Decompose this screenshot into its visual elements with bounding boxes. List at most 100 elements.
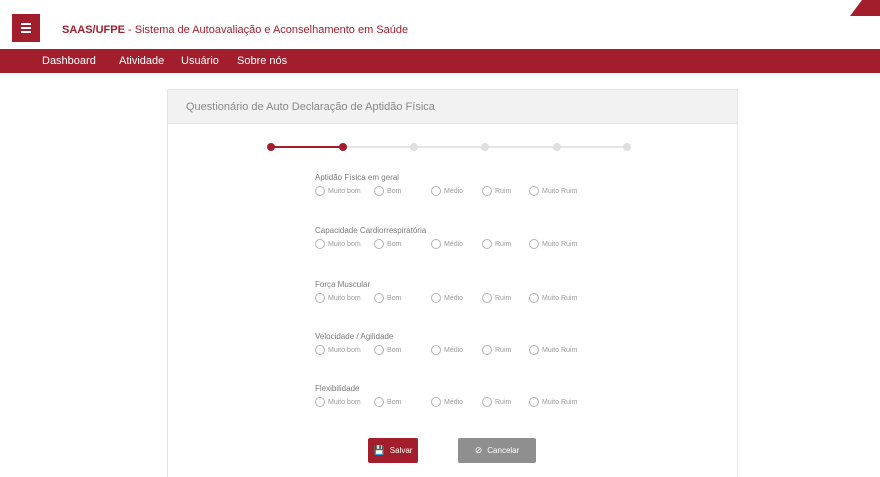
radio-button[interactable] <box>374 345 384 355</box>
radio-button[interactable] <box>431 293 441 303</box>
radio-button[interactable] <box>529 186 539 196</box>
option-muito-ruim[interactable]: Muito Ruim <box>529 293 577 303</box>
option-bom[interactable]: Bom <box>374 186 401 196</box>
menu-icon-line <box>21 27 31 29</box>
option-muito-bom[interactable]: Muito bom <box>315 345 361 355</box>
option-medio[interactable]: Médio <box>431 186 463 196</box>
option-label: Médio <box>444 346 464 354</box>
option-label: Ruim <box>495 346 512 354</box>
option-ruim[interactable]: Ruim <box>482 345 511 355</box>
option-medio[interactable]: Médio <box>431 239 463 249</box>
option-ruim[interactable]: Ruim <box>482 293 511 303</box>
option-medio[interactable]: Médio <box>431 345 463 355</box>
radio-button[interactable] <box>482 239 492 249</box>
step-5-dot[interactable] <box>553 143 561 151</box>
option-label: Bom <box>387 240 402 248</box>
nav-item-sobre-nos[interactable]: Sobre nós <box>237 55 287 67</box>
radio-button[interactable] <box>529 239 539 249</box>
option-label: Muito Ruim <box>542 346 578 354</box>
top-bar: SAAS/UFPE - Sistema de Autoavaliação e A… <box>0 0 880 46</box>
option-label: Médio <box>444 187 464 195</box>
questionnaire-card: Questionário de Auto Declaração de Aptid… <box>167 89 738 477</box>
option-muito-ruim[interactable]: Muito Ruim <box>529 186 577 196</box>
question-label: Força Muscular <box>315 280 371 289</box>
radio-group: Muito bom Bom Médio Ruim Muito Ruim <box>315 239 615 251</box>
step-4-dot[interactable] <box>481 143 489 151</box>
radio-button[interactable] <box>315 397 325 407</box>
option-bom[interactable]: Bom <box>374 293 401 303</box>
option-label: Ruim <box>495 240 512 248</box>
hamburger-menu-button[interactable] <box>12 14 40 42</box>
nav-item-atividade[interactable]: Atividade <box>119 55 164 67</box>
option-label: Muito bom <box>328 294 361 302</box>
option-medio[interactable]: Médio <box>431 397 463 407</box>
option-ruim[interactable]: Ruim <box>482 186 511 196</box>
question-label: Flexibilidade <box>315 384 360 393</box>
progress-stepper <box>267 142 631 152</box>
radio-button[interactable] <box>431 239 441 249</box>
question-aptidao-geral: Aptidão Física em geral Muito bom Bom Mé… <box>315 173 577 196</box>
option-ruim[interactable]: Ruim <box>482 239 511 249</box>
menu-icon-line <box>21 23 31 25</box>
radio-button[interactable] <box>482 293 492 303</box>
radio-button[interactable] <box>529 397 539 407</box>
question-capacidade-cardiorrespiratoria: Capacidade Cardiorrespiratória Muito bom… <box>315 226 577 249</box>
option-bom[interactable]: Bom <box>374 397 401 407</box>
radio-group: Muito bom Bom Médio Ruim Muito Ruim <box>315 293 615 305</box>
radio-button[interactable] <box>431 186 441 196</box>
radio-button[interactable] <box>374 397 384 407</box>
nav-item-dashboard[interactable]: Dashboard <box>42 55 96 67</box>
stepper-line-completed <box>271 146 343 148</box>
cancel-button-label: Cancelar <box>487 446 520 455</box>
option-label: Médio <box>444 398 464 406</box>
cancel-button[interactable]: ⊘ Cancelar <box>458 438 536 463</box>
app-short-name: SAAS/UFPE <box>62 24 125 36</box>
menu-icon-line <box>21 31 31 33</box>
option-medio[interactable]: Médio <box>431 293 463 303</box>
option-label: Muito bom <box>328 240 361 248</box>
question-label: Capacidade Cardiorrespiratória <box>315 226 427 235</box>
radio-button[interactable] <box>482 345 492 355</box>
save-button[interactable]: 💾 Salvar <box>368 438 418 463</box>
option-muito-bom[interactable]: Muito bom <box>315 293 361 303</box>
radio-button[interactable] <box>482 397 492 407</box>
radio-button[interactable] <box>315 186 325 196</box>
radio-button[interactable] <box>315 239 325 249</box>
step-1-dot[interactable] <box>267 143 275 151</box>
option-muito-bom[interactable]: Muito bom <box>315 186 361 196</box>
option-label: Bom <box>387 294 402 302</box>
step-2-dot[interactable] <box>339 143 347 151</box>
option-label: Muito Ruim <box>542 294 578 302</box>
nav-item-usuario[interactable]: Usuário <box>181 55 219 67</box>
option-muito-ruim[interactable]: Muito Ruim <box>529 397 577 407</box>
option-bom[interactable]: Bom <box>374 239 401 249</box>
option-muito-bom[interactable]: Muito bom <box>315 239 361 249</box>
radio-button[interactable] <box>374 293 384 303</box>
option-label: Muito Ruim <box>542 398 578 406</box>
question-flexibilidade: Flexibilidade Muito bom Bom Médio Ruim M… <box>315 384 577 407</box>
option-muito-ruim[interactable]: Muito Ruim <box>529 239 577 249</box>
radio-button[interactable] <box>482 186 492 196</box>
option-ruim[interactable]: Ruim <box>482 397 511 407</box>
step-3-dot[interactable] <box>410 143 418 151</box>
option-label: Ruim <box>495 398 512 406</box>
radio-button[interactable] <box>529 345 539 355</box>
step-6-dot[interactable] <box>623 143 631 151</box>
radio-button[interactable] <box>315 345 325 355</box>
option-label: Médio <box>444 294 464 302</box>
corner-decoration <box>850 0 880 16</box>
option-muito-bom[interactable]: Muito bom <box>315 397 361 407</box>
radio-button[interactable] <box>374 186 384 196</box>
option-label: Muito Ruim <box>542 240 578 248</box>
question-velocidade-agilidade: Velocidade / Agilidade Muito bom Bom Méd… <box>315 332 577 355</box>
question-forca-muscular: Força Muscular Muito bom Bom Médio Ruim … <box>315 280 577 303</box>
option-muito-ruim[interactable]: Muito Ruim <box>529 345 577 355</box>
option-bom[interactable]: Bom <box>374 345 401 355</box>
radio-button[interactable] <box>529 293 539 303</box>
radio-button[interactable] <box>315 293 325 303</box>
option-label: Muito bom <box>328 187 361 195</box>
radio-button[interactable] <box>374 239 384 249</box>
radio-button[interactable] <box>431 397 441 407</box>
radio-group: Muito bom Bom Médio Ruim Muito Ruim <box>315 186 615 198</box>
radio-button[interactable] <box>431 345 441 355</box>
